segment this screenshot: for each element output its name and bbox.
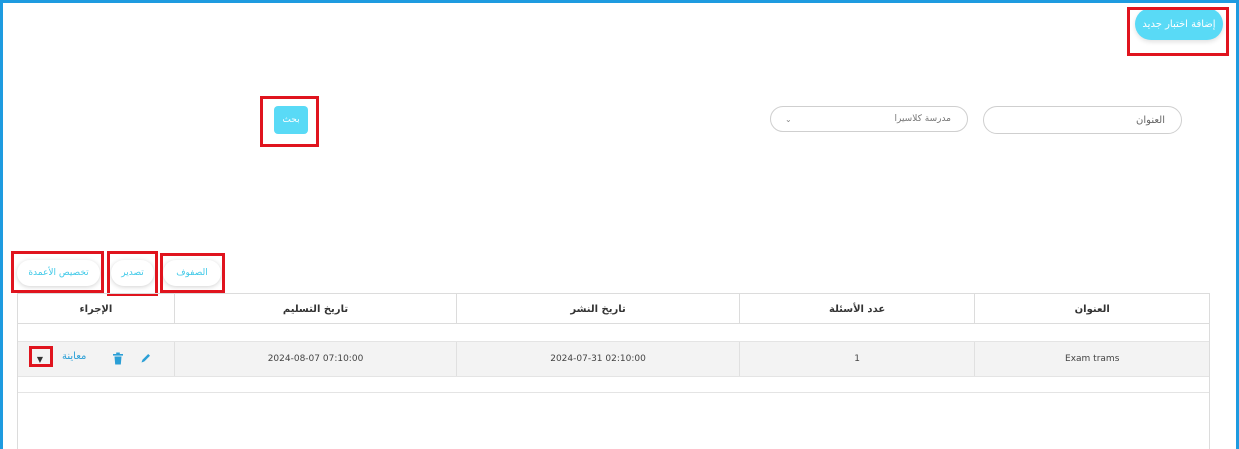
school-select-value: مدرسة كلاسيرا (894, 114, 952, 124)
highlight-box (160, 253, 225, 293)
school-select[interactable]: مدرسة كلاسيرا ⌄ (770, 106, 968, 132)
delivery-date-cell: 2024-08-07 07:10:00 (173, 342, 457, 376)
highlight-box (11, 251, 104, 293)
table-header: الإجراء تاريخ التسليم تاريخ النشر عدد ال… (18, 294, 1209, 324)
preview-link[interactable]: معاينة (62, 351, 86, 362)
highlight-box (107, 251, 158, 296)
title-search-input[interactable]: العنوان (983, 106, 1182, 134)
column-header-action: الإجراء (79, 303, 113, 315)
question-count-cell: 1 (738, 342, 975, 376)
highlight-box (1127, 7, 1229, 56)
column-header-delivery-date[interactable]: تاريخ التسليم (173, 294, 457, 324)
title-input-placeholder: العنوان (1136, 114, 1165, 126)
divider (18, 392, 1209, 393)
table-row: ▼ معاينة 2024-08-07 07:10:00 2024-07-31 … (18, 341, 1209, 377)
highlight-box (29, 346, 53, 367)
column-header-question-count[interactable]: عدد الأسئلة (738, 294, 975, 324)
column-header-publish-date[interactable]: تاريخ النشر (456, 294, 739, 324)
chevron-down-icon: ⌄ (785, 114, 792, 124)
highlight-box (260, 96, 319, 147)
publish-date-cell: 2024-07-31 02:10:00 (456, 342, 739, 376)
trash-icon[interactable] (112, 352, 124, 366)
title-cell: Exam trams (974, 342, 1209, 376)
exams-table: الإجراء تاريخ التسليم تاريخ النشر عدد ال… (17, 293, 1210, 449)
pencil-icon[interactable] (140, 352, 152, 364)
column-header-title[interactable]: العنوان (974, 294, 1209, 324)
